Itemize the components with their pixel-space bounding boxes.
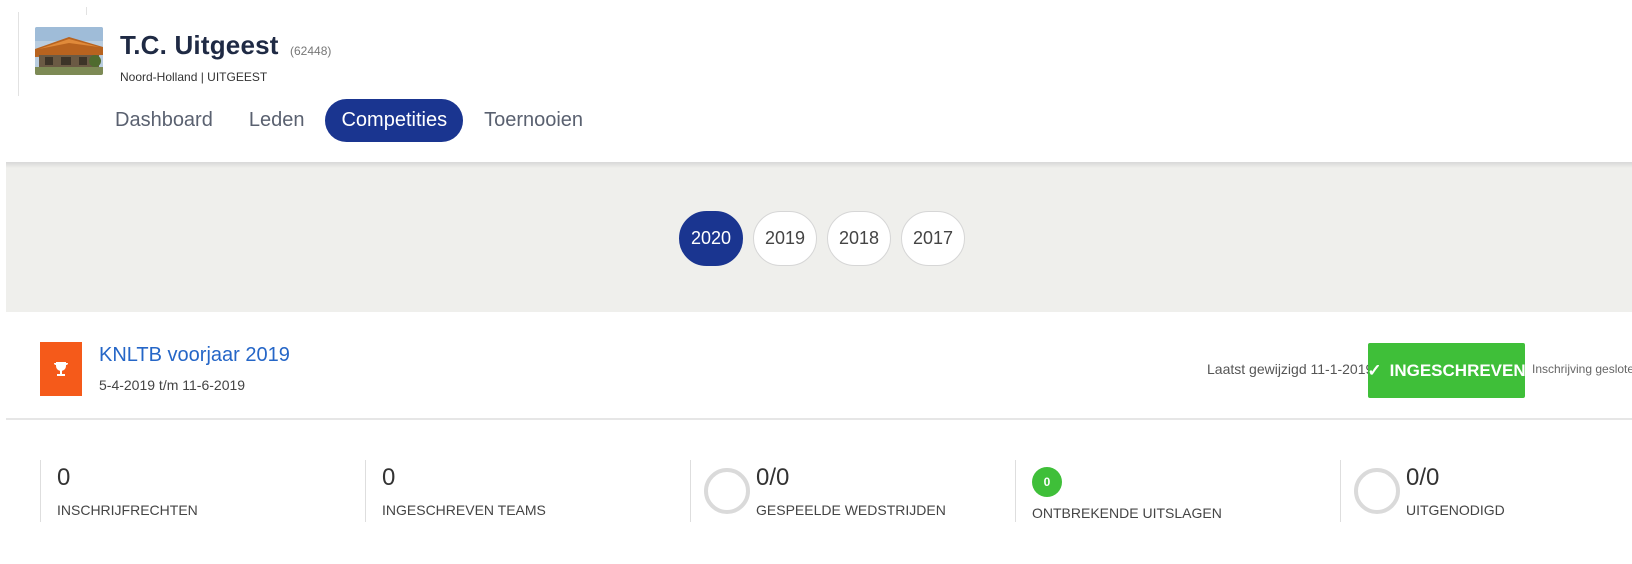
- progress-ring-icon: [1354, 468, 1400, 514]
- competition-title-link[interactable]: KNLTB voorjaar 2019: [99, 344, 290, 367]
- stat-label: UITGENODIGD: [1406, 502, 1505, 518]
- tab-competities[interactable]: Competities: [325, 99, 464, 142]
- count-badge: 0: [1032, 467, 1062, 497]
- left-edge-divider: [18, 12, 19, 96]
- club-photo-image: [35, 27, 103, 75]
- stat-value: 0/0: [756, 464, 790, 491]
- tab-toernooien[interactable]: Toernooien: [469, 99, 598, 142]
- stat-inschrijfrechten: 0 INSCHRIJFRECHTEN: [40, 460, 340, 522]
- check-icon: ✓: [1367, 360, 1382, 380]
- registration-closed-note: Inschrijving gesloten: [1532, 362, 1632, 376]
- trophy-icon: [40, 342, 82, 396]
- club-photo: [35, 27, 103, 75]
- stat-uitgenodigd: 0/0 UITGENODIGD: [1340, 460, 1620, 522]
- top-edge-tick: [86, 7, 87, 15]
- header-shadow: [6, 162, 1632, 168]
- main-nav: Dashboard Leden Competities Toernooien: [100, 99, 604, 142]
- competition-dates: 5-4-2019 t/m 11-6-2019: [99, 377, 246, 393]
- stat-ingeschreven-teams: 0 INGESCHREVEN TEAMS: [365, 460, 665, 522]
- year-2017-button[interactable]: 2017: [901, 211, 965, 266]
- last-modified-text: Laatst gewijzigd 11-1-2019: [1207, 361, 1374, 377]
- trophy-icon-glyph: [54, 362, 68, 376]
- stat-ontbrekende-uitslagen: 0 ONTBREKENDE UITSLAGEN: [1015, 460, 1315, 522]
- club-location: Noord-Holland | UITGEEST: [120, 70, 268, 84]
- stat-gespeelde-wedstrijden: 0/0 GESPEELDE WEDSTRIJDEN: [690, 460, 990, 522]
- registered-status-button[interactable]: ✓ INGESCHREVEN: [1367, 343, 1526, 398]
- progress-ring-icon: [704, 468, 750, 514]
- year-2019-button[interactable]: 2019: [753, 211, 817, 266]
- stat-label: GESPEELDE WEDSTRIJDEN: [756, 502, 946, 518]
- stat-label: ONTBREKENDE UITSLAGEN: [1032, 505, 1222, 521]
- club-code: (62448): [290, 44, 332, 58]
- club-name: T.C. Uitgeest: [120, 30, 279, 60]
- stat-value: 0/0: [1406, 464, 1440, 491]
- year-selector: 2020 2019 2018 2017: [679, 211, 975, 266]
- stat-label: INGESCHREVEN TEAMS: [382, 502, 546, 518]
- year-2018-button[interactable]: 2018: [827, 211, 891, 266]
- tab-dashboard[interactable]: Dashboard: [100, 99, 228, 142]
- stat-value: 0: [57, 464, 71, 491]
- tab-leden[interactable]: Leden: [234, 99, 320, 142]
- year-2020-button[interactable]: 2020: [679, 211, 743, 266]
- stat-value: 0: [382, 464, 396, 491]
- registered-status-label: INGESCHREVEN: [1389, 360, 1526, 380]
- stat-label: INSCHRIJFRECHTEN: [57, 502, 198, 518]
